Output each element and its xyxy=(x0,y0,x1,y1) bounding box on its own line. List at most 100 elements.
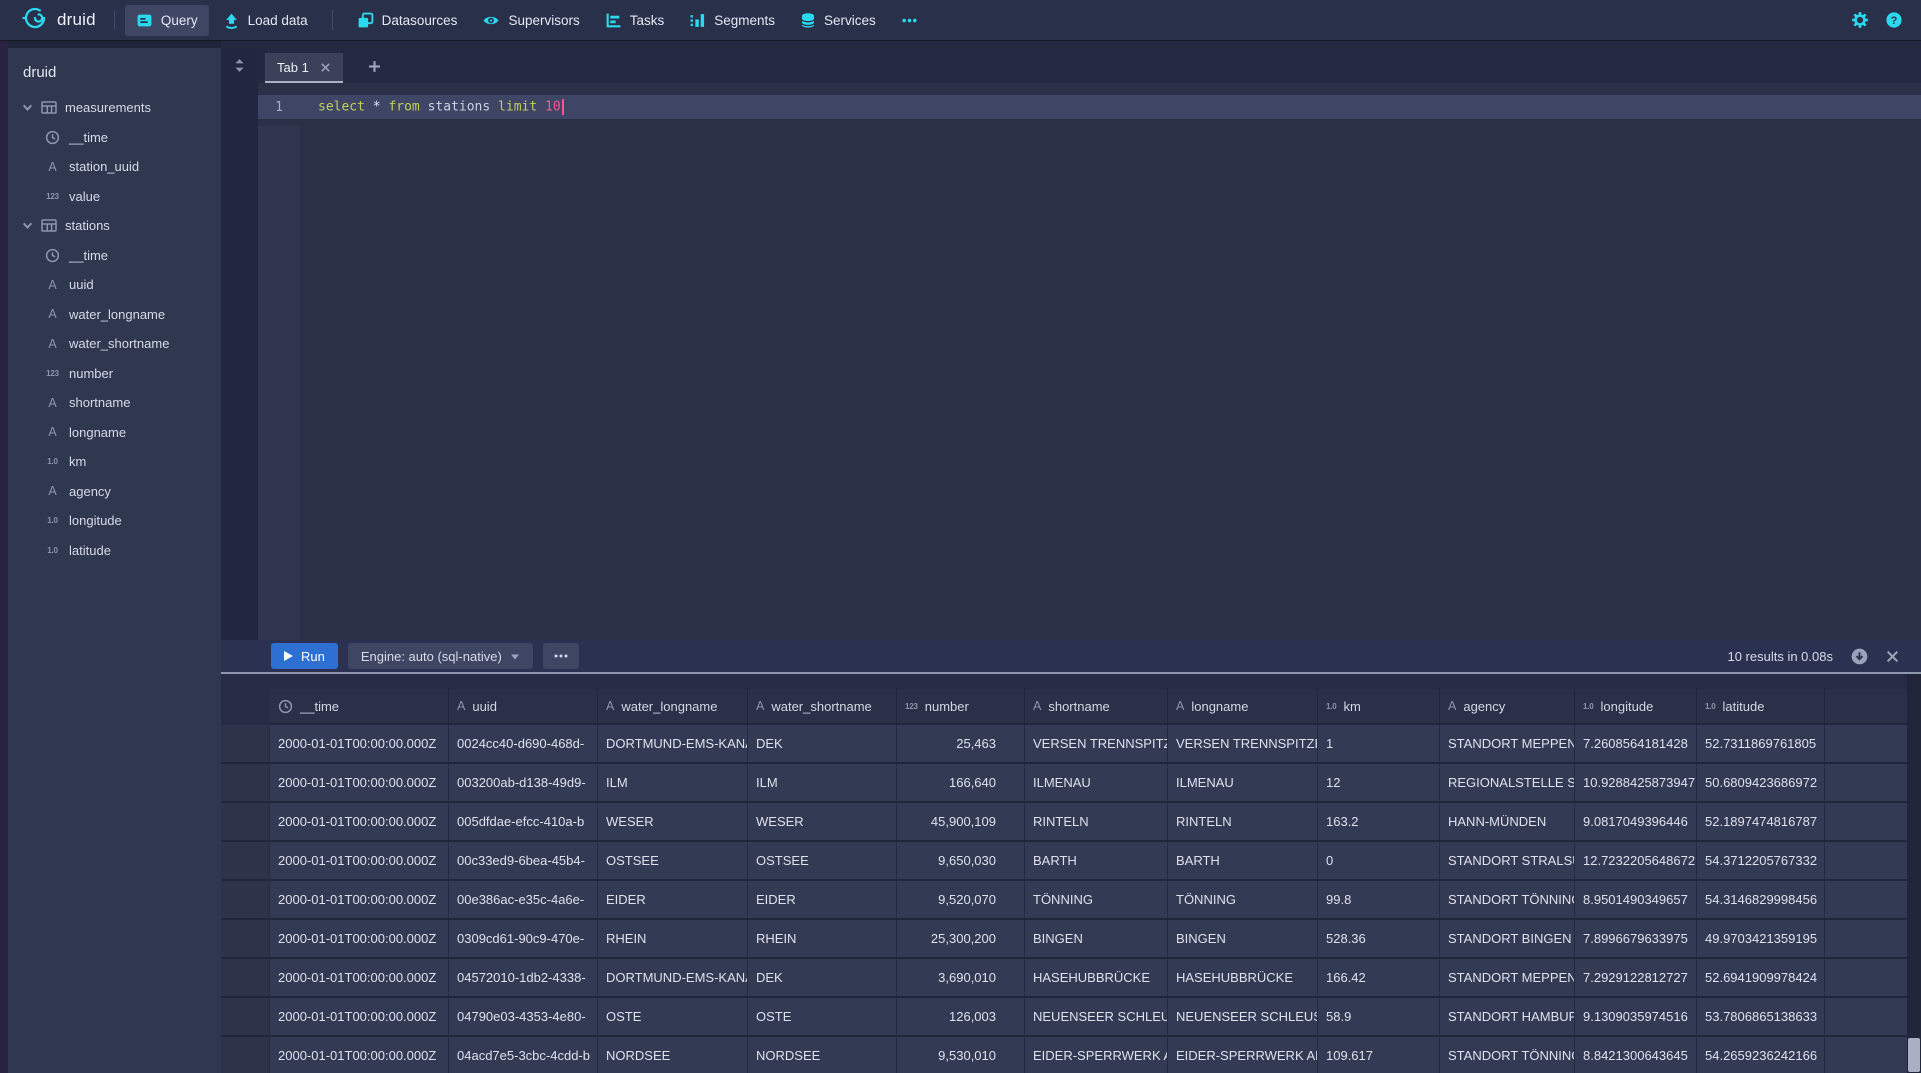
table-cell-agency[interactable]: STANDORT TÖNNING xyxy=(1440,1037,1575,1073)
table-cell-longitude[interactable]: 12.7232205648672 xyxy=(1575,842,1697,881)
nav-item-more[interactable] xyxy=(890,5,929,36)
table-cell-water_shortname[interactable]: DEK xyxy=(748,959,897,998)
table-cell-number[interactable]: 45,900,109 xyxy=(897,803,1025,842)
results-scrollbar-thumb[interactable] xyxy=(1908,1038,1920,1072)
nav-item-services[interactable]: Services xyxy=(789,5,887,36)
column-header-water_shortname[interactable]: Awater_shortname xyxy=(748,689,897,725)
table-cell-longitude[interactable]: 10.9288425873947 xyxy=(1575,764,1697,803)
table-cell-longname[interactable]: HASEHUBBRÜCKE xyxy=(1168,959,1318,998)
table-cell-time[interactable]: 2000-01-01T00:00:00.000Z xyxy=(270,803,449,842)
table-cell-water_shortname[interactable]: ILM xyxy=(748,764,897,803)
table-cell-water_longname[interactable]: EIDER xyxy=(598,881,748,920)
table-cell-water_shortname[interactable]: WESER xyxy=(748,803,897,842)
table-cell-uuid[interactable]: 003200ab-d138-49d9- xyxy=(449,764,598,803)
table-cell-water_longname[interactable]: OSTSEE xyxy=(598,842,748,881)
table-cell-km[interactable]: 1 xyxy=(1318,725,1440,764)
column-header-shortname[interactable]: Ashortname xyxy=(1025,689,1168,725)
table-cell-longitude[interactable]: 9.1309035974516 xyxy=(1575,998,1697,1037)
tree-item-uuid[interactable]: Auuid xyxy=(8,270,221,300)
table-cell-latitude[interactable]: 52.1897474816787 xyxy=(1697,803,1825,842)
table-cell-shortname[interactable]: BINGEN xyxy=(1025,920,1168,959)
tree-item-value[interactable]: 123value xyxy=(8,182,221,212)
column-header-number[interactable]: 123number xyxy=(897,689,1025,725)
druid-logo[interactable]: druid xyxy=(12,5,104,36)
table-cell-longitude[interactable]: 8.9501490349657 xyxy=(1575,881,1697,920)
tree-item-station_uuid[interactable]: Astation_uuid xyxy=(8,152,221,182)
table-cell-shortname[interactable]: ILMENAU xyxy=(1025,764,1168,803)
table-cell-latitude[interactable]: 54.3712205767332 xyxy=(1697,842,1825,881)
table-cell-longname[interactable]: VERSEN TRENNSPITZE xyxy=(1168,725,1318,764)
table-cell-number[interactable]: 9,650,030 xyxy=(897,842,1025,881)
table-cell-water_longname[interactable]: DORTMUND-EMS-KANAL xyxy=(598,725,748,764)
table-cell-number[interactable]: 166,640 xyxy=(897,764,1025,803)
close-results-icon[interactable] xyxy=(1886,650,1899,663)
table-cell-agency[interactable]: STANDORT MEPPEN xyxy=(1440,959,1575,998)
table-cell-longitude[interactable]: 9.0817049396446 xyxy=(1575,803,1697,842)
table-cell-uuid[interactable]: 00c33ed9-6bea-45b4- xyxy=(449,842,598,881)
tree-item-measurements[interactable]: measurements xyxy=(8,93,221,123)
table-cell-water_shortname[interactable]: DEK xyxy=(748,725,897,764)
nav-item-segments[interactable]: Segments xyxy=(678,5,786,36)
table-cell-longitude[interactable]: 7.8996679633975 xyxy=(1575,920,1697,959)
nav-item-tasks[interactable]: Tasks xyxy=(594,5,676,36)
table-cell-uuid[interactable]: 00e386ac-e35c-4a6e- xyxy=(449,881,598,920)
table-cell-time[interactable]: 2000-01-01T00:00:00.000Z xyxy=(270,881,449,920)
table-cell-shortname[interactable]: RINTELN xyxy=(1025,803,1168,842)
table-cell-latitude[interactable]: 52.6941909978424 xyxy=(1697,959,1825,998)
table-cell-number[interactable]: 3,690,010 xyxy=(897,959,1025,998)
sql-editor[interactable]: 1 select * from stations limit 10 xyxy=(221,83,1921,640)
table-cell-km[interactable]: 0 xyxy=(1318,842,1440,881)
column-header-longitude[interactable]: 1.0longitude xyxy=(1575,689,1697,725)
table-cell-km[interactable]: 163.2 xyxy=(1318,803,1440,842)
table-cell-km[interactable]: 166.42 xyxy=(1318,959,1440,998)
tree-item-water_longname[interactable]: Awater_longname xyxy=(8,300,221,330)
table-cell-km[interactable]: 58.9 xyxy=(1318,998,1440,1037)
table-cell-number[interactable]: 25,463 xyxy=(897,725,1025,764)
tree-item-agency[interactable]: Aagency xyxy=(8,477,221,507)
column-header-water_longname[interactable]: Awater_longname xyxy=(598,689,748,725)
table-cell-longname[interactable]: EIDER-SPERRWERK AP xyxy=(1168,1037,1318,1073)
table-cell-water_shortname[interactable]: OSTSEE xyxy=(748,842,897,881)
table-cell-longname[interactable]: BARTH xyxy=(1168,842,1318,881)
tree-item-longitude[interactable]: 1.0longitude xyxy=(8,506,221,536)
table-cell-uuid[interactable]: 04acd7e5-3cbc-4cdd-b xyxy=(449,1037,598,1073)
table-cell-number[interactable]: 25,300,200 xyxy=(897,920,1025,959)
table-cell-longname[interactable]: ILMENAU xyxy=(1168,764,1318,803)
table-cell-uuid[interactable]: 04790e03-4353-4e80- xyxy=(449,998,598,1037)
nav-item-supervisors[interactable]: Supervisors xyxy=(471,5,590,36)
table-cell-agency[interactable]: REGIONALSTELLE SUHL xyxy=(1440,764,1575,803)
column-header-agency[interactable]: Aagency xyxy=(1440,689,1575,725)
table-cell-time[interactable]: 2000-01-01T00:00:00.000Z xyxy=(270,842,449,881)
tree-item-number[interactable]: 123number xyxy=(8,359,221,389)
column-header-km[interactable]: 1.0km xyxy=(1318,689,1440,725)
query-more-button[interactable] xyxy=(543,643,579,669)
table-cell-latitude[interactable]: 54.2659236242166 xyxy=(1697,1037,1825,1073)
tree-item-water_shortname[interactable]: Awater_shortname xyxy=(8,329,221,359)
table-cell-water_longname[interactable]: WESER xyxy=(598,803,748,842)
tree-item-longname[interactable]: Alongname xyxy=(8,418,221,448)
table-cell-agency[interactable]: STANDORT BINGEN xyxy=(1440,920,1575,959)
table-cell-latitude[interactable]: 50.6809423686972 xyxy=(1697,764,1825,803)
column-header-longname[interactable]: Alongname xyxy=(1168,689,1318,725)
table-cell-km[interactable]: 528.36 xyxy=(1318,920,1440,959)
table-cell-uuid[interactable]: 04572010-1db2-4338- xyxy=(449,959,598,998)
table-cell-time[interactable]: 2000-01-01T00:00:00.000Z xyxy=(270,1037,449,1073)
table-cell-km[interactable]: 109.617 xyxy=(1318,1037,1440,1073)
column-header-uuid[interactable]: Auuid xyxy=(449,689,598,725)
download-results-icon[interactable] xyxy=(1851,648,1868,665)
table-cell-time[interactable]: 2000-01-01T00:00:00.000Z xyxy=(270,725,449,764)
table-cell-water_longname[interactable]: OSTE xyxy=(598,998,748,1037)
table-cell-shortname[interactable]: BARTH xyxy=(1025,842,1168,881)
chevron-down-icon[interactable] xyxy=(22,102,33,113)
table-cell-longname[interactable]: NEUENSEER SCHLEUSE xyxy=(1168,998,1318,1037)
table-cell-longname[interactable]: RINTELN xyxy=(1168,803,1318,842)
tree-item-km[interactable]: 1.0km xyxy=(8,447,221,477)
table-cell-water_shortname[interactable]: OSTE xyxy=(748,998,897,1037)
table-cell-agency[interactable]: STANDORT HAMBURG xyxy=(1440,998,1575,1037)
table-cell-time[interactable]: 2000-01-01T00:00:00.000Z xyxy=(270,920,449,959)
table-cell-agency[interactable]: STANDORT MEPPEN xyxy=(1440,725,1575,764)
table-cell-latitude[interactable]: 52.7311869761805 xyxy=(1697,725,1825,764)
column-header-latitude[interactable]: 1.0latitude xyxy=(1697,689,1825,725)
editor-current-line[interactable]: 1 select * from stations limit 10 xyxy=(258,95,1921,119)
table-cell-uuid[interactable]: 0309cd61-90c9-470e- xyxy=(449,920,598,959)
